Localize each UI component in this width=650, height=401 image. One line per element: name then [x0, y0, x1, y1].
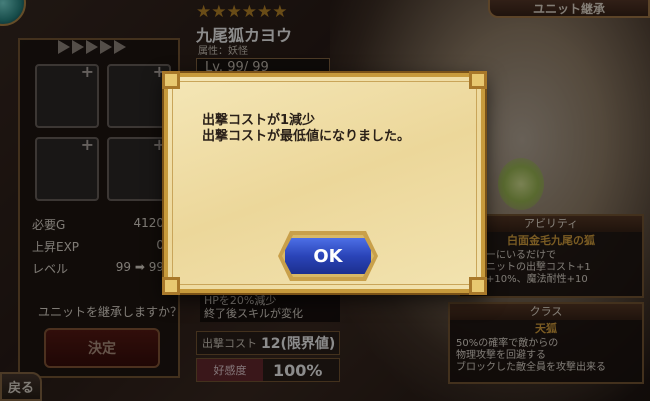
- game-screen: 必要G 4120 上昇EXP 0 レベル 99 ➡ 99 ユニットを継承しますか…: [0, 0, 650, 401]
- corner-ornament: [162, 277, 180, 295]
- notice-dialog: 出撃コストが1減少 出撃コストが最低値になりました。 OK: [162, 71, 487, 295]
- ok-button[interactable]: OK: [282, 235, 374, 277]
- message-line: 出撃コストが1減少: [202, 113, 316, 128]
- corner-ornament: [162, 71, 180, 89]
- dialog-message: 出撃コストが1減少 出撃コストが最低値になりました。: [202, 113, 410, 145]
- corner-ornament: [469, 71, 487, 89]
- message-line: 出撃コストが最低値になりました。: [202, 129, 411, 144]
- corner-ornament: [469, 277, 487, 295]
